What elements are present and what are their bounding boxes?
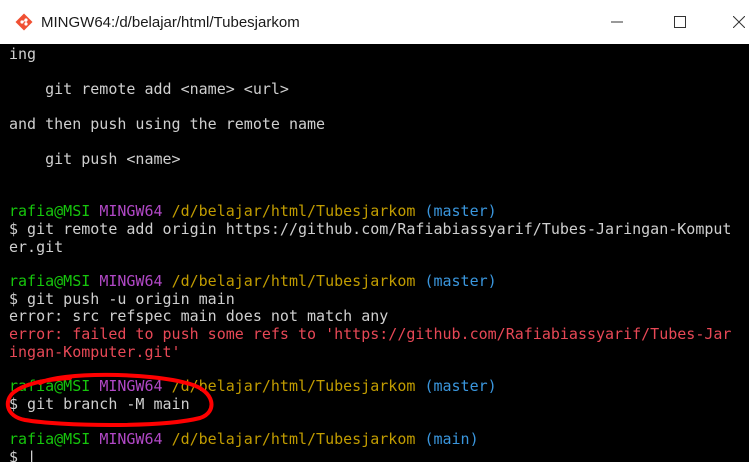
prompt-user: rafia@MSI bbox=[9, 202, 91, 220]
prompt-line: rafia@MSI MINGW64 /d/belajar/html/Tubesj… bbox=[9, 377, 497, 395]
terminal-line: git remote add <name> <url> bbox=[9, 80, 289, 98]
prompt-line: rafia@MSI MINGW64 /d/belajar/html/Tubesj… bbox=[9, 202, 497, 220]
output-line: error: src refspec main does not match a… bbox=[9, 307, 389, 325]
command-line: $ git branch -M main bbox=[9, 395, 190, 413]
prompt-user: rafia@MSI bbox=[9, 377, 91, 395]
prompt-path: /d/belajar/html/Tubesjarkom bbox=[171, 377, 416, 395]
maximize-icon bbox=[674, 16, 686, 28]
prompt-env: MINGW64 bbox=[99, 272, 163, 290]
prompt-path: /d/belajar/html/Tubesjarkom bbox=[171, 272, 416, 290]
text-cursor: | bbox=[27, 448, 37, 462]
minimize-button[interactable] bbox=[594, 0, 640, 44]
prompt-env: MINGW64 bbox=[99, 430, 163, 448]
prompt-env: MINGW64 bbox=[99, 377, 163, 395]
prompt-user: rafia@MSI bbox=[9, 430, 91, 448]
command-line: er.git bbox=[9, 238, 64, 256]
window-title: MINGW64:/d/belajar/html/Tubesjarkom bbox=[41, 14, 300, 31]
terminal-output[interactable]: ing git remote add <name> <url> and then… bbox=[0, 44, 749, 462]
command-line: $ git remote add origin https://github.c… bbox=[9, 220, 732, 238]
error-line: error: failed to push some refs to 'http… bbox=[9, 325, 732, 343]
prompt-branch: (master) bbox=[424, 377, 497, 395]
prompt-line: rafia@MSI MINGW64 /d/belajar/html/Tubesj… bbox=[9, 272, 497, 290]
maximize-button[interactable] bbox=[657, 0, 703, 44]
close-icon bbox=[733, 16, 745, 28]
input-line[interactable]: $ | bbox=[9, 448, 36, 462]
prompt-line: rafia@MSI MINGW64 /d/belajar/html/Tubesj… bbox=[9, 430, 479, 448]
minimize-icon bbox=[611, 21, 623, 23]
prompt-env: MINGW64 bbox=[99, 202, 163, 220]
prompt-symbol: $ bbox=[9, 448, 28, 462]
terminal-line: git push <name> bbox=[9, 150, 181, 168]
prompt-user: rafia@MSI bbox=[9, 272, 91, 290]
command-line: $ git push -u origin main bbox=[9, 290, 235, 308]
error-line: ingan-Komputer.git' bbox=[9, 343, 181, 361]
git-bash-icon bbox=[15, 13, 33, 31]
close-button[interactable] bbox=[716, 0, 749, 44]
terminal-line: ing bbox=[9, 45, 37, 63]
terminal-line: and then push using the remote name bbox=[9, 115, 326, 133]
prompt-branch: (master) bbox=[424, 202, 497, 220]
prompt-path: /d/belajar/html/Tubesjarkom bbox=[171, 430, 416, 448]
prompt-branch: (master) bbox=[424, 272, 497, 290]
prompt-path: /d/belajar/html/Tubesjarkom bbox=[171, 202, 416, 220]
prompt-branch: (main) bbox=[424, 430, 479, 448]
title-bar: MINGW64:/d/belajar/html/Tubesjarkom bbox=[0, 0, 749, 44]
